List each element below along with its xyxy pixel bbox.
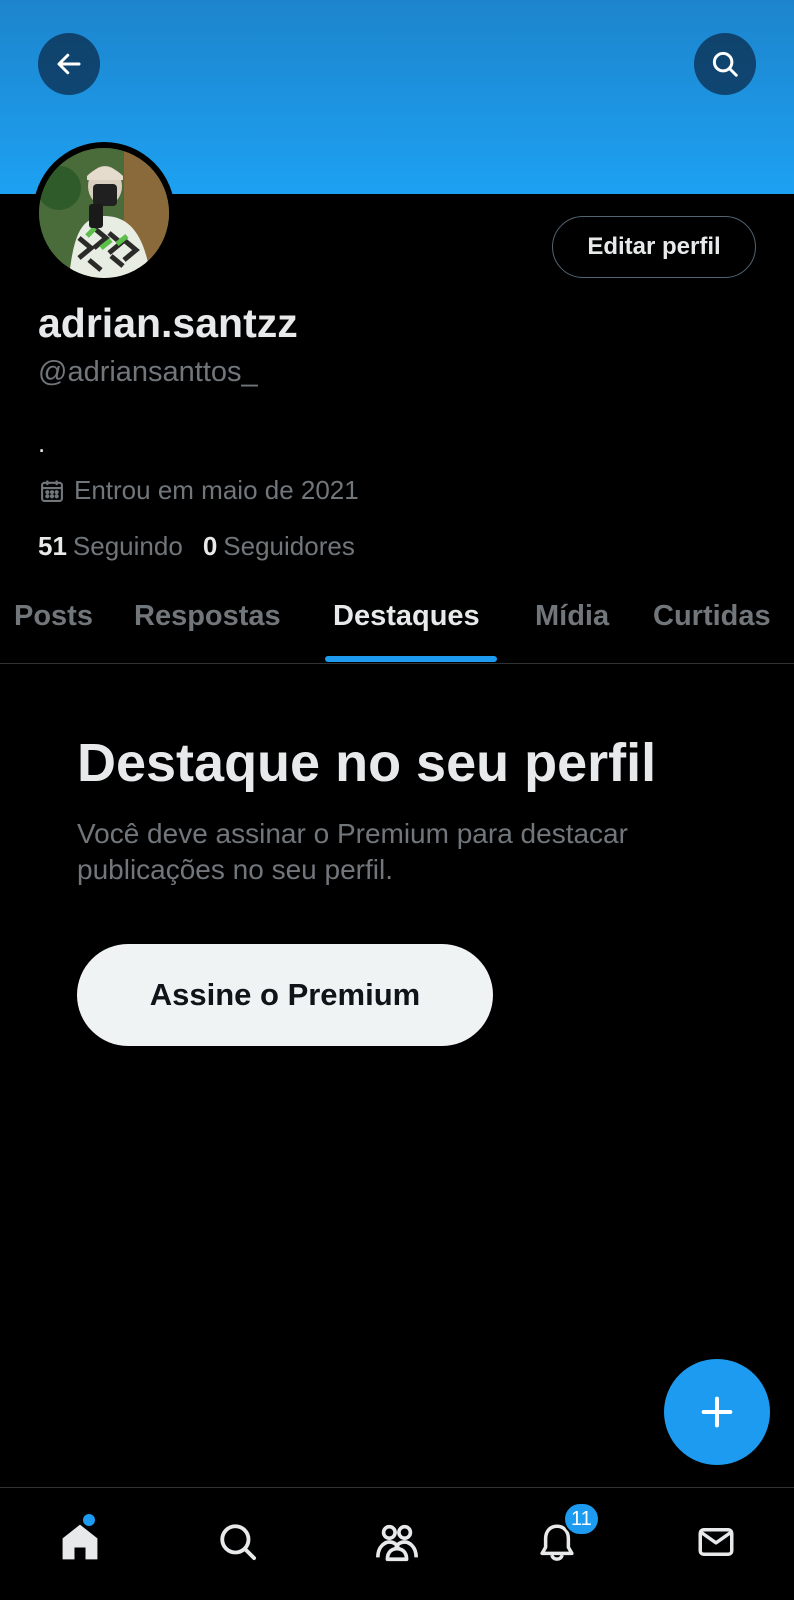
tab-curtidas[interactable]: Curtidas xyxy=(653,600,771,633)
nav-notifications[interactable]: 11 xyxy=(527,1502,600,1572)
tab-destaques[interactable]: Destaques xyxy=(333,600,480,633)
highlights-title: Destaque no seu perfil xyxy=(77,733,657,793)
tab-respostas[interactable]: Respostas xyxy=(134,600,281,633)
compose-post-button[interactable] xyxy=(664,1359,770,1465)
search-button[interactable] xyxy=(694,33,756,95)
followers-count: 0 xyxy=(202,531,218,561)
plus-icon xyxy=(701,1396,733,1428)
arrow-left-icon xyxy=(57,53,81,75)
highlights-description: Você deve assinar o Premium para destaca… xyxy=(77,818,628,885)
subscribe-premium-button[interactable]: Assine o Premium xyxy=(77,944,493,1046)
avatar-image xyxy=(39,148,169,278)
bottom-navigation: 11 xyxy=(0,1487,794,1600)
following-count: 51 xyxy=(38,531,67,561)
edit-profile-button[interactable]: Editar perfil xyxy=(552,216,756,278)
joined-text: Entrou em maio de 2021 xyxy=(74,475,359,505)
communities-icon xyxy=(376,1524,418,1562)
followers-label: Seguidores xyxy=(223,531,355,561)
profile-display-name: adrian.santzz xyxy=(38,300,298,346)
following-label: Seguindo xyxy=(72,531,183,561)
back-button[interactable] xyxy=(38,33,100,95)
calendar-icon xyxy=(41,480,63,502)
home-icon xyxy=(62,1524,98,1560)
follow-stats: 51 Seguindo 0 Seguidores xyxy=(38,531,355,562)
following-link[interactable]: 51 Seguindo xyxy=(38,531,183,562)
followers-link[interactable]: 0 Seguidores xyxy=(203,531,355,562)
nav-home[interactable] xyxy=(50,1512,110,1572)
profile-tabs: Posts Respostas Destaques Mídia Curtidas xyxy=(0,590,794,664)
tab-midia[interactable]: Mídia xyxy=(535,600,609,633)
joined-date: Entrou em maio de 2021 xyxy=(38,475,359,506)
tab-posts[interactable]: Posts xyxy=(14,600,93,633)
nav-communities[interactable] xyxy=(367,1512,427,1572)
search-icon xyxy=(220,1524,257,1561)
nav-search[interactable] xyxy=(208,1512,268,1572)
messages-icon xyxy=(698,1528,734,1556)
home-unread-dot xyxy=(83,1514,95,1526)
notifications-badge: 11 xyxy=(563,1502,600,1536)
search-icon xyxy=(712,51,738,77)
avatar[interactable] xyxy=(33,142,175,284)
nav-messages[interactable] xyxy=(686,1512,746,1572)
profile-handle: @adriansanttos_ xyxy=(38,356,258,388)
profile-bio: . xyxy=(38,428,46,458)
active-tab-indicator xyxy=(325,656,497,662)
